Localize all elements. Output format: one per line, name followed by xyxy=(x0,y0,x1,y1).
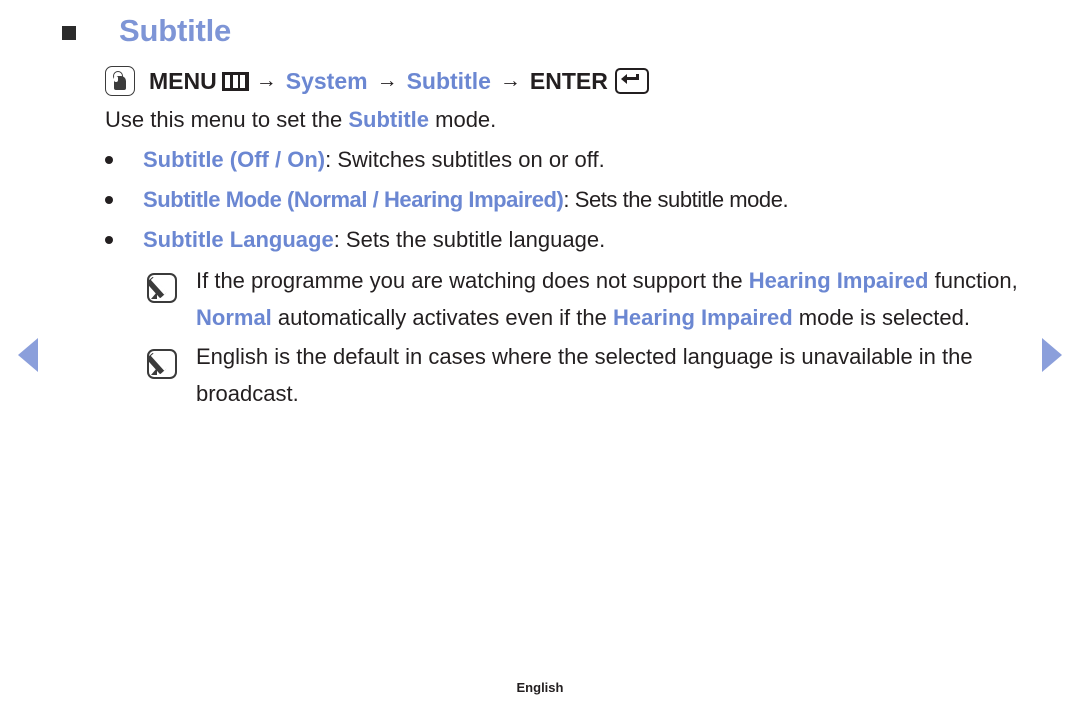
menu-path-system-label: System xyxy=(285,67,368,94)
manual-page: Subtitle MENU → System → Subtitle → ENTE… xyxy=(0,0,1080,705)
bullet-text: Subtitle (Off / On): Switches subtitles … xyxy=(143,140,605,180)
menu-path-arrow-1: → xyxy=(255,69,277,92)
bullet-text: Subtitle Mode (Normal / Hearing Impaired… xyxy=(143,180,789,220)
intro-highlight: Subtitle xyxy=(348,107,430,132)
note-pencil-icon xyxy=(147,273,177,303)
menu-grid-icon xyxy=(221,71,249,91)
note-part: function, xyxy=(928,268,1018,293)
note-part: mode is selected. xyxy=(792,305,970,330)
page-title-row: Subtitle xyxy=(62,13,232,48)
menu-path-arrow-2: → xyxy=(376,69,398,92)
intro-before: Use this menu to set the xyxy=(105,107,349,132)
previous-page-arrow-icon[interactable] xyxy=(18,338,38,372)
bullet-term: Subtitle Language xyxy=(143,227,334,252)
note-part: automatically activates even if the xyxy=(271,305,613,330)
bullet-dot-icon xyxy=(105,236,113,244)
title-bullet-square-icon xyxy=(62,26,76,40)
note-part: English is the default in cases where th… xyxy=(196,344,973,406)
enter-key-icon xyxy=(614,68,649,94)
note-part: If the programme you are watching does n… xyxy=(196,268,749,293)
touch-hand-icon xyxy=(105,66,135,96)
bullet-description: : Sets the subtitle mode. xyxy=(563,187,789,212)
list-item: Subtitle (Off / On): Switches subtitles … xyxy=(105,140,1035,180)
footer-language-label: English xyxy=(516,680,564,695)
note-block: English is the default in cases where th… xyxy=(105,338,1035,412)
menu-path-line: MENU → System → Subtitle → ENTER xyxy=(105,62,1035,100)
note-pencil-icon xyxy=(147,349,177,379)
note-text: English is the default in cases where th… xyxy=(196,338,1035,412)
intro-after: mode. xyxy=(429,107,497,132)
note-part-highlight: Normal xyxy=(196,305,272,330)
bullet-dot-icon xyxy=(105,196,113,204)
list-item: Subtitle Language: Sets the subtitle lan… xyxy=(105,220,1035,260)
bullet-description: : Sets the subtitle language. xyxy=(333,227,606,252)
menu-path-enter-label: ENTER xyxy=(529,67,608,94)
note-text: If the programme you are watching does n… xyxy=(196,262,1035,336)
note-part-highlight: Hearing Impaired xyxy=(748,268,929,293)
menu-path-menu-label: MENU xyxy=(149,67,217,94)
bullet-text: Subtitle Language: Sets the subtitle lan… xyxy=(143,220,605,260)
bullet-dot-icon xyxy=(105,156,113,164)
page-title: Subtitle xyxy=(119,13,232,48)
bullet-term: Subtitle Mode (Normal / Hearing Impaired… xyxy=(143,187,564,212)
menu-path-arrow-3: → xyxy=(499,69,521,92)
content-column: MENU → System → Subtitle → ENTER Use thi… xyxy=(105,62,1035,412)
intro-paragraph: Use this menu to set the Subtitle mode. xyxy=(105,100,1035,140)
bullet-description: : Switches subtitles on or off. xyxy=(325,147,605,172)
list-item: Subtitle Mode (Normal / Hearing Impaired… xyxy=(105,180,1035,220)
bullet-term: Subtitle (Off / On) xyxy=(143,147,326,172)
next-page-arrow-icon[interactable] xyxy=(1042,338,1062,372)
note-part-highlight: Hearing Impaired xyxy=(612,305,793,330)
note-block: If the programme you are watching does n… xyxy=(105,262,1035,336)
menu-path-subtitle-label: Subtitle xyxy=(406,67,491,94)
